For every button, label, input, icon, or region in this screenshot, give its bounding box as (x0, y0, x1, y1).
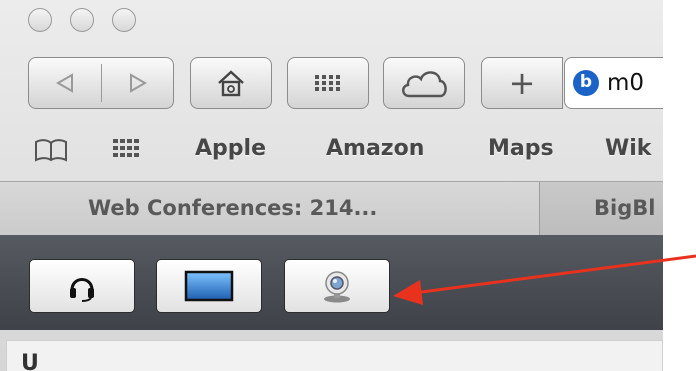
webcam-button[interactable] (284, 259, 390, 313)
tab-bar: Web Conferences: 214... BigBl (0, 181, 663, 235)
top-sites-button[interactable] (287, 57, 369, 109)
back-forward-buttons (28, 57, 174, 109)
bookmark-item-amazon[interactable]: Amazon (326, 136, 424, 161)
content-heading: U (21, 351, 39, 371)
icloud-tabs-button[interactable] (383, 57, 465, 109)
bookmark-item-maps[interactable]: Maps (488, 136, 554, 161)
headset-icon (70, 278, 94, 302)
conference-toolbar (0, 235, 663, 330)
home-icon (218, 70, 244, 97)
site-favicon: b (573, 70, 599, 96)
close-window-button[interactable] (28, 8, 52, 32)
grid-icon (315, 75, 340, 91)
share-screen-button[interactable] (156, 259, 262, 313)
grid-icon[interactable] (112, 138, 142, 160)
add-button[interactable]: + (481, 57, 563, 109)
address-text: m0 (607, 70, 645, 96)
cloud-icon (402, 71, 447, 98)
tab-web-conferences[interactable]: Web Conferences: 214... (0, 182, 540, 235)
content-panel: U (6, 340, 663, 371)
desktop-screen-icon (184, 270, 234, 302)
zoom-window-button[interactable] (112, 8, 136, 32)
forward-button[interactable] (102, 58, 174, 108)
bookmark-item-wikipedia[interactable]: Wik (605, 136, 651, 161)
back-button[interactable] (29, 58, 101, 108)
back-arrow-icon (56, 73, 73, 93)
browser-window: + b m0 Apple Amazon Maps Wik Web Confere… (0, 0, 663, 371)
home-button[interactable] (190, 57, 272, 109)
audio-button[interactable] (29, 259, 135, 313)
book-icon[interactable] (34, 138, 68, 162)
plus-icon: + (508, 64, 536, 102)
address-bar[interactable]: b m0 (564, 57, 663, 109)
webcam-icon (324, 271, 350, 303)
tab-bigbluebutton[interactable]: BigBl (594, 182, 655, 235)
bookmark-item-apple[interactable]: Apple (195, 136, 266, 161)
forward-arrow-icon (130, 73, 147, 93)
minimize-window-button[interactable] (70, 8, 94, 32)
